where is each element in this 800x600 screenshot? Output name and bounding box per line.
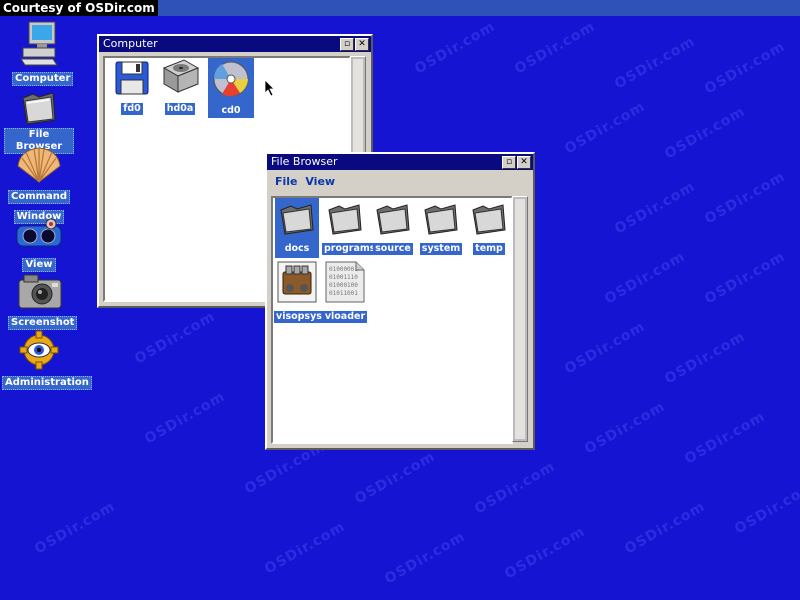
vertical-scrollbar[interactable] xyxy=(512,196,528,442)
folder-label: docs xyxy=(282,243,312,255)
menu-file[interactable]: File xyxy=(275,175,298,188)
file-label: visopsys xyxy=(274,311,324,323)
courtesy-banner: Courtesy of OSDir.com xyxy=(0,0,158,16)
binary-file-icon: 01000001 01001110 01000100 01011001 xyxy=(325,261,365,303)
file-browser-window[interactable]: File Browser ▫ ✕ File View docs programs xyxy=(265,152,535,450)
binary-line: 01000100 xyxy=(329,282,358,289)
window-title: File Browser xyxy=(271,155,338,168)
folder-icon xyxy=(424,204,458,235)
eye-gear-icon xyxy=(19,330,59,370)
folder-label: system xyxy=(419,243,463,255)
folder-docs[interactable]: docs xyxy=(274,202,320,255)
file-vloader[interactable]: 01000001 01001110 01000100 01011001 vloa… xyxy=(322,260,368,323)
desktop-icon-label: Screenshot xyxy=(8,316,78,330)
folder-label: temp xyxy=(473,243,505,255)
file-browser-content[interactable]: docs programs source system temp visopsy… xyxy=(271,196,513,444)
camera-icon xyxy=(18,274,62,309)
binary-line: 01011001 xyxy=(329,290,358,297)
desktop-icon-label: Computer xyxy=(12,72,74,86)
menu-view[interactable]: View xyxy=(305,175,335,188)
desktop-icon-file-browser[interactable]: File Browser xyxy=(4,88,74,154)
folder-icon xyxy=(328,204,362,235)
close-button[interactable]: ✕ xyxy=(517,156,531,169)
folder-icon xyxy=(376,204,410,235)
drive-fd0[interactable]: fd0 xyxy=(109,60,155,115)
drive-hd0a[interactable]: hd0a xyxy=(157,58,203,115)
cd-icon xyxy=(213,61,249,97)
shell-icon xyxy=(17,147,61,183)
folder-icon xyxy=(280,204,314,235)
binary-line: 01001110 xyxy=(329,274,358,281)
desktop-icon-computer[interactable]: Computer xyxy=(12,20,74,86)
folder-programs[interactable]: programs xyxy=(322,202,378,255)
computer-window-titlebar[interactable]: Computer ▫ ✕ xyxy=(99,36,371,52)
floppy-disk-icon xyxy=(115,61,149,95)
desktop-icon-administration[interactable]: Administration xyxy=(2,330,92,390)
desktop-icon-label: Command xyxy=(8,190,71,204)
drive-label: cd0 xyxy=(219,105,243,117)
folder-system[interactable]: system xyxy=(418,202,464,255)
desktop-icon-label: View xyxy=(22,258,56,272)
desktop-icon-screenshot[interactable]: Screenshot xyxy=(8,272,78,330)
folder-label: source xyxy=(373,243,413,255)
engine-icon xyxy=(277,261,317,303)
folder-icon xyxy=(22,92,56,125)
file-browser-titlebar[interactable]: File Browser ▫ ✕ xyxy=(267,154,533,170)
file-label: vloader xyxy=(322,311,368,323)
window-title: Computer xyxy=(103,37,158,50)
desktop-icon-view[interactable]: View xyxy=(12,218,66,272)
drive-label: hd0a xyxy=(164,103,196,115)
desktop-icon-label: Administration xyxy=(2,376,92,390)
scrollbar-track[interactable] xyxy=(515,199,525,439)
viewmaster-icon xyxy=(16,218,62,247)
mouse-cursor-icon xyxy=(264,79,275,97)
hard-disk-icon xyxy=(162,59,200,93)
drive-label: fd0 xyxy=(121,103,143,115)
restore-button[interactable]: ▫ xyxy=(340,38,354,51)
desktop-icon-command-window[interactable]: Command Window xyxy=(8,146,71,224)
menu-bar: File View xyxy=(275,175,339,188)
computer-icon xyxy=(20,21,58,66)
restore-button[interactable]: ▫ xyxy=(502,156,516,169)
folder-icon xyxy=(472,204,506,235)
drive-cd0[interactable]: cd0 xyxy=(208,60,254,117)
close-button[interactable]: ✕ xyxy=(355,38,369,51)
folder-source[interactable]: source xyxy=(370,202,416,255)
binary-line: 01000001 xyxy=(329,266,358,273)
file-visopsys[interactable]: visopsys xyxy=(274,260,324,323)
folder-temp[interactable]: temp xyxy=(466,202,512,255)
